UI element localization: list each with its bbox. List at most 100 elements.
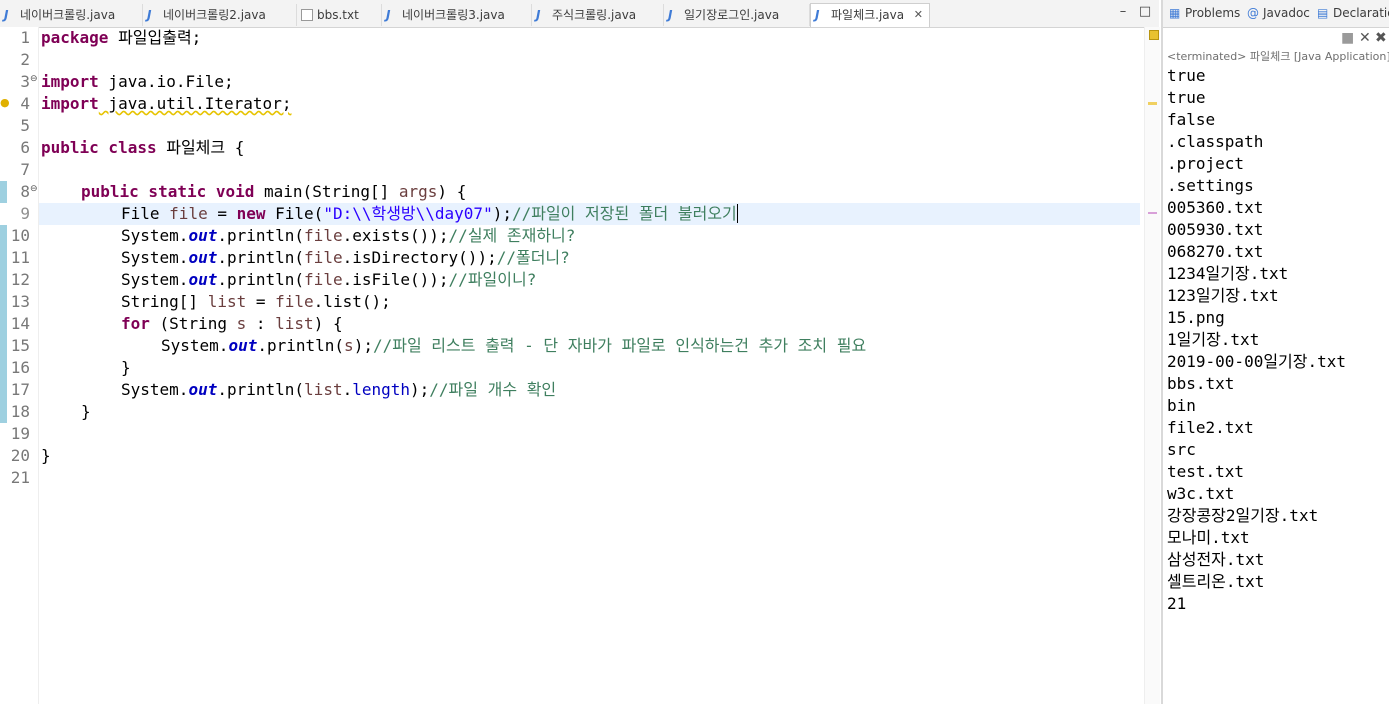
line-number: 5 [20,116,30,135]
code-line: System.out.println(file.isFile());//파일이니… [121,270,537,289]
code-line: public static void main(String[] args) { [81,182,467,201]
editor-pane[interactable]: J 네이버크롤링.java J 네이버크롤링2.java bbs.txt J 네… [0,0,1160,704]
code-line: String[] list = file.list(); [121,292,391,311]
line-number-gutter: 1 2 3 4 5 6 7 8 9 10 11 12 13 14 15 16 1… [0,27,39,704]
line-number: 1 [20,28,30,47]
output-line: bbs.txt [1167,374,1235,393]
code-line: System.out.println(s);//파일 리스트 출력 - 단 자바… [161,336,867,355]
output-line: src [1167,440,1196,459]
line-number: 10 [10,226,30,245]
java-file-icon: J [815,8,820,22]
tab-label: Declaratio [1333,6,1389,20]
minimize-icon[interactable]: – [1115,4,1131,20]
fold-icon[interactable]: ⊖ [30,74,38,84]
tab-label: 일기장로그인.java [684,8,780,22]
tab-stock-crawling[interactable]: J 주식크롤링.java [532,4,664,26]
output-line: .classpath [1167,132,1264,151]
line-number: 18 [10,402,30,421]
occurrence-marker[interactable] [1148,212,1157,214]
text-file-icon [301,9,313,21]
tab-label: 네이버크롤링3.java [402,8,505,22]
line-number: 15 [10,336,30,355]
output-line: 21 [1167,594,1187,613]
output-line: 강장콩장2일기장.txt [1167,506,1319,525]
output-line: bin [1167,396,1196,415]
console-status: <terminated> 파일체크 [Java Application] [1167,50,1389,63]
tab-file-check[interactable]: J 파일체크.java ✕ [810,3,930,27]
output-line: false [1167,110,1216,129]
code-line: System.out.println(file.isDirectory());/… [121,248,570,267]
output-line: 005930.txt [1167,220,1264,239]
console-pane[interactable]: ▦ Problems @ Javadoc ▤ Declaratio ■ ✕ ✖ … [1161,0,1389,704]
output-line: 2019-00-00일기장.txt [1167,352,1347,371]
tab-diary-login[interactable]: J 일기장로그인.java [664,4,810,26]
line-number-current: 9 [20,204,30,223]
overview-ruler[interactable] [1144,27,1160,704]
output-line: .project [1167,154,1245,173]
line-number: 14 [10,314,30,333]
tab-declaration[interactable]: ▤ Declaratio [1317,6,1389,20]
line-number: 17 [10,380,30,399]
line-number: 11 [10,248,30,267]
output-line: true [1167,66,1206,85]
remove-all-terminated-icon[interactable]: ✖ [1375,30,1387,46]
lightbulb-warning-icon[interactable]: ● [0,96,10,109]
line-number: 7 [20,160,30,179]
output-line: file2.txt [1167,418,1254,437]
code-line: import java.util.Iterator; [41,94,292,113]
line-number: 3 [20,72,30,91]
output-line: 1일기장.txt [1167,330,1260,349]
remove-launch-icon[interactable]: ✕ [1359,30,1371,46]
output-line: 068270.txt [1167,242,1264,261]
console-tab-bar: ▦ Problems @ Javadoc ▤ Declaratio [1163,0,1389,28]
line-number: 2 [20,50,30,69]
code-line: } [41,446,51,465]
tab-label: 네이버크롤링2.java [163,8,266,22]
code-line: } [121,358,131,377]
output-line: w3c.txt [1167,484,1235,503]
terminate-icon[interactable]: ■ [1341,30,1354,46]
java-file-icon: J [668,8,673,22]
fold-icon[interactable]: ⊖ [30,184,38,194]
tab-bbs-txt[interactable]: bbs.txt [297,4,382,26]
output-line: test.txt [1167,462,1245,481]
line-number: 8 [20,182,30,201]
line-number: 6 [20,138,30,157]
code-line: System.out.println(list.length);//파일 개수 … [121,380,557,399]
tab-naver-crawling3[interactable]: J 네이버크롤링3.java [382,4,532,26]
declaration-icon: ▤ [1317,6,1329,20]
problems-icon: ▦ [1169,6,1181,20]
console-output[interactable]: true true false .classpath .project .set… [1167,65,1346,615]
warning-summary-icon[interactable] [1149,30,1159,40]
line-number: 19 [10,424,30,443]
java-file-icon: J [386,8,391,22]
line-number: 16 [10,358,30,377]
tab-problems[interactable]: ▦ Problems [1169,6,1240,20]
output-line: 삼성전자.txt [1167,550,1265,569]
close-icon[interactable]: ✕ [914,4,923,26]
text-cursor [736,204,738,223]
java-file-icon: J [147,8,152,22]
output-line: 005360.txt [1167,198,1264,217]
code-line: } [81,402,91,421]
output-line: 모나미.txt [1167,528,1250,547]
warning-marker[interactable] [1148,102,1157,105]
line-number: 21 [10,468,30,487]
code-line: package 파일입출력; [41,28,202,47]
tab-label: 네이버크롤링.java [20,8,116,22]
code-editor[interactable]: package 파일입출력; import java.io.File; impo… [39,27,1144,704]
code-line: for (String s : list) { [121,314,343,333]
tab-naver-crawling2[interactable]: J 네이버크롤링2.java [143,4,297,26]
tab-naver-crawling[interactable]: J 네이버크롤링.java [0,4,143,26]
java-file-icon: J [536,8,541,22]
tab-javadoc[interactable]: @ Javadoc [1247,6,1310,20]
tab-label: bbs.txt [317,8,359,22]
line-number: 20 [10,446,30,465]
output-line: true [1167,88,1206,107]
output-line: 셀트리온.txt [1167,572,1265,591]
output-line: 1234일기장.txt [1167,264,1289,283]
line-number: 12 [10,270,30,289]
code-line: import java.io.File; [41,72,234,91]
maximize-icon[interactable]: □ [1137,4,1153,20]
java-file-icon: J [4,8,9,22]
